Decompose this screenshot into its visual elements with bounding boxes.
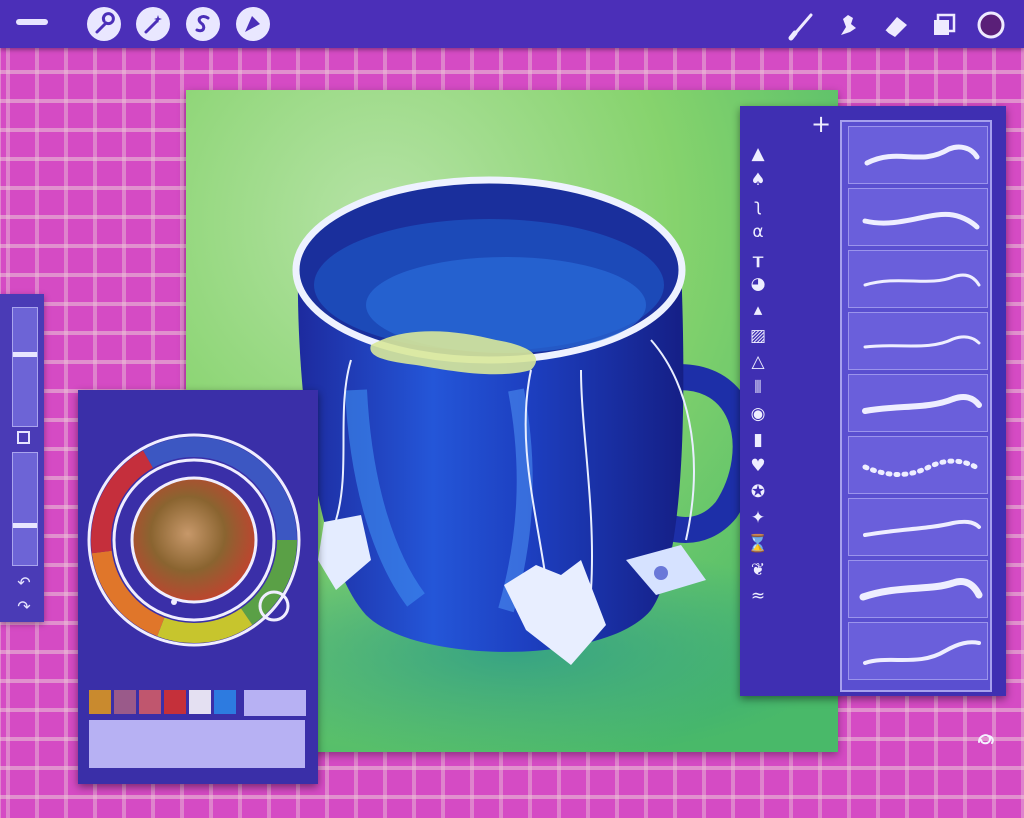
brush-stroke-preview [859,578,983,601]
color-picker-point[interactable] [171,599,177,605]
brush-stroke-preview [862,211,980,230]
modify-button[interactable] [17,431,30,444]
brush-size-thumb[interactable] [13,352,37,357]
smudge-icon [841,15,856,35]
script-a-icon[interactable]: α [744,220,772,244]
pen-nib-icon[interactable]: ▲ [744,142,772,166]
triangle-icon[interactable]: △ [744,350,772,374]
eraser-tool-button[interactable] [880,9,912,41]
brush-item-7[interactable] [848,498,988,556]
brush-item-5[interactable] [848,374,988,432]
transform-arrow-icon [245,16,260,32]
palette-swatch-6[interactable] [214,690,236,714]
adjustments-wand-button[interactable] [136,7,170,41]
brush-size-slider[interactable] [12,307,38,427]
add-brush-button[interactable]: + [809,112,833,136]
brush-icon [788,13,813,41]
brush-item-9[interactable] [848,622,988,680]
artist-signature [978,734,994,745]
brush-list [840,120,992,692]
calligraphy-icon[interactable]: ʅ [744,194,772,218]
wave-icon[interactable]: ≈ [744,584,772,608]
gallery-menu-button[interactable] [16,19,60,29]
brush-item-4[interactable] [848,312,988,370]
opacity-slider[interactable] [12,452,38,566]
palette-swatch-empty[interactable] [244,690,306,716]
paint-roller-icon[interactable]: ┰ [744,246,772,270]
color-wheel[interactable] [78,430,318,730]
opacity-thumb[interactable] [13,523,37,528]
bars-icon[interactable]: ⦀ [744,376,772,400]
palette-swatch-3[interactable] [139,690,161,714]
layers-button[interactable] [928,9,960,41]
menu-bar-icon [16,19,48,25]
tube-icon[interactable]: ▮ [744,428,772,452]
transform-button[interactable] [236,7,270,41]
sparkle-icon[interactable]: ✦ [744,506,772,530]
smudge-tool-button[interactable] [832,9,864,41]
undo-button[interactable]: ↶ [14,574,34,592]
brush-item-8[interactable] [848,560,988,618]
selection-button[interactable] [186,7,220,41]
wrench-icon [95,12,115,34]
palette-swatch-4[interactable] [164,690,186,714]
brush-stroke-preview [862,458,982,477]
actions-wrench-button[interactable] [87,7,121,41]
brush-stroke-preview [863,273,981,287]
brush-stroke-preview [864,144,980,166]
layers-icon [934,13,956,35]
redo-button[interactable]: ↷ [14,598,34,616]
palette-swatch-1[interactable] [89,690,111,714]
shell-icon[interactable]: ♥ [744,454,772,478]
palette-swatch-5[interactable] [189,690,211,714]
color-circle-icon [977,11,1005,39]
brush-stroke-preview [862,394,982,414]
top-toolbar [0,0,1024,48]
plus-icon: + [810,110,832,138]
star-circle-icon[interactable]: ✪ [744,480,772,504]
ink-pen-icon[interactable]: ♠ [744,168,772,192]
brush-item-2[interactable] [848,188,988,246]
leaf-icon[interactable]: ❦ [744,558,772,582]
brush-item-6[interactable] [848,436,988,494]
brush-stroke-preview [863,640,981,665]
brush-stroke-preview [863,335,981,349]
magic-wand-icon [144,15,162,34]
palette-icon[interactable]: ◕ [744,272,772,296]
hatch-icon[interactable]: ▨ [744,324,772,348]
spray-icon[interactable]: ▴ [744,298,772,322]
eraser-icon [884,17,907,38]
globe-icon[interactable]: ◉ [744,402,772,426]
selection-s-icon [195,15,210,33]
palette-area[interactable] [89,720,305,768]
color-button[interactable] [975,9,1007,41]
brush-tool-button[interactable] [786,9,818,41]
brush-stroke-preview [863,519,981,537]
palette-swatch-2[interactable] [114,690,136,714]
undo-icon: ↶ [17,573,31,592]
hourglass-icon[interactable]: ⌛ [744,532,772,556]
redo-icon: ↷ [17,597,31,616]
brush-item-3[interactable] [848,250,988,308]
brush-item-1[interactable] [848,126,988,184]
